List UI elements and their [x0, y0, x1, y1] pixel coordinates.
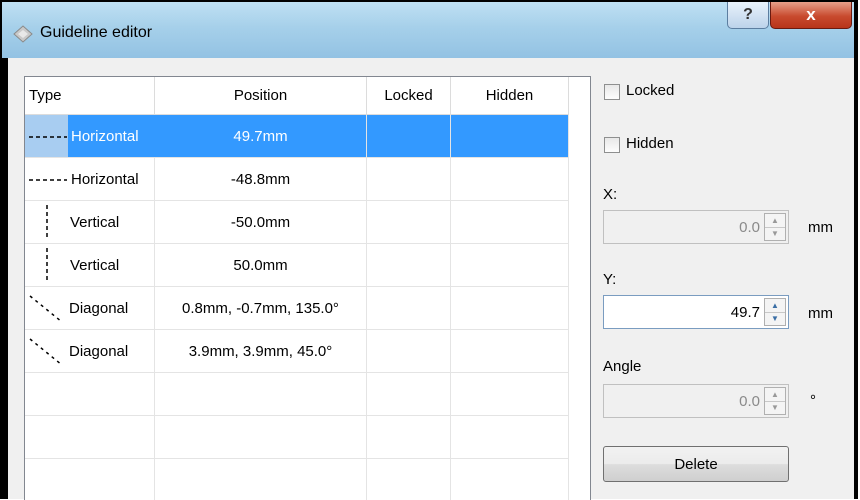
empty-row [25, 459, 155, 500]
position-cell[interactable]: -48.8mm [155, 158, 367, 201]
table-row[interactable]: Vertical [25, 201, 155, 244]
type-cell: Vertical [70, 256, 120, 274]
guideline-editor-window: Guideline editor ? x Type Position Locke… [0, 0, 858, 500]
locked-cell[interactable] [367, 287, 451, 330]
close-button[interactable]: x [770, 2, 852, 29]
type-cell: Diagonal [69, 299, 129, 317]
diagonal-line-icon [29, 338, 63, 366]
locked-cell[interactable] [367, 244, 451, 287]
position-cell[interactable]: 0.8mm, -0.7mm, 135.0° [155, 287, 367, 330]
column-header-type[interactable]: Type [25, 77, 155, 115]
locked-cell[interactable] [367, 158, 451, 201]
empty-row [451, 373, 569, 416]
spin-up-icon[interactable]: ▲ [765, 214, 785, 228]
vertical-line-icon [46, 248, 48, 282]
empty-row [367, 459, 451, 500]
hidden-cell[interactable] [451, 287, 569, 330]
empty-row [155, 416, 367, 459]
table-row[interactable]: Vertical [25, 244, 155, 287]
table-row[interactable]: Diagonal [25, 287, 155, 330]
empty-row [25, 416, 155, 459]
table-row[interactable]: Horizontal [25, 158, 155, 201]
y-value: 49.7 [730, 304, 760, 321]
empty-row [25, 373, 155, 416]
hidden-cell[interactable] [451, 201, 569, 244]
column-header-position[interactable]: Position [155, 77, 367, 115]
diagonal-line-icon [29, 295, 63, 323]
column-header-locked[interactable]: Locked [367, 77, 451, 115]
guidelines-table[interactable]: Type Position Locked Hidden Horizontal 4… [24, 76, 591, 500]
type-cell: Vertical [70, 213, 120, 231]
type-cell: Diagonal [69, 342, 129, 360]
x-value: 0.0 [739, 219, 760, 236]
dialog-client-area: Type Position Locked Hidden Horizontal 4… [8, 58, 854, 500]
angle-unit: ° [810, 392, 816, 409]
spin-up-icon[interactable]: ▲ [765, 388, 785, 402]
y-spin-buttons[interactable]: ▲ ▼ [764, 298, 786, 326]
empty-row [155, 459, 367, 500]
app-icon [13, 25, 33, 43]
empty-row [451, 459, 569, 500]
vertical-line-icon [46, 205, 48, 239]
hidden-cell[interactable] [451, 244, 569, 287]
table-row[interactable]: Diagonal [25, 330, 155, 373]
empty-row [155, 373, 367, 416]
type-cell: Horizontal [71, 170, 139, 188]
y-spinbox[interactable]: 49.7 ▲ ▼ [603, 295, 789, 329]
spin-down-icon[interactable]: ▼ [765, 312, 785, 325]
position-cell[interactable]: 3.9mm, 3.9mm, 45.0° [155, 330, 367, 373]
angle-spin-buttons[interactable]: ▲ ▼ [764, 387, 786, 415]
angle-spinbox[interactable]: 0.0 ▲ ▼ [603, 384, 789, 418]
locked-cell[interactable] [367, 201, 451, 244]
type-cell: Horizontal [68, 115, 155, 157]
position-cell[interactable]: 50.0mm [155, 244, 367, 287]
hidden-cell[interactable] [451, 158, 569, 201]
empty-row [367, 416, 451, 459]
locked-label: Locked [626, 82, 675, 99]
y-unit: mm [808, 305, 833, 322]
locked-cell[interactable] [367, 115, 451, 158]
empty-row [451, 416, 569, 459]
locked-cell[interactable] [367, 330, 451, 373]
y-label: Y: [603, 271, 617, 288]
delete-button[interactable]: Delete [603, 446, 789, 482]
locked-checkbox[interactable] [604, 84, 620, 100]
hidden-checkbox[interactable] [604, 137, 620, 153]
x-label: X: [603, 186, 618, 203]
horizontal-line-icon [29, 179, 67, 181]
window-title: Guideline editor [40, 24, 153, 41]
empty-row [367, 373, 451, 416]
column-header-hidden[interactable]: Hidden [451, 77, 569, 115]
spin-up-icon[interactable]: ▲ [765, 299, 785, 313]
position-cell[interactable]: 49.7mm [155, 115, 367, 158]
angle-label: Angle [603, 358, 642, 375]
help-button[interactable]: ? [727, 2, 769, 29]
x-unit: mm [808, 219, 833, 236]
spin-down-icon[interactable]: ▼ [765, 401, 785, 414]
hidden-cell[interactable] [451, 115, 569, 158]
x-spin-buttons[interactable]: ▲ ▼ [764, 213, 786, 241]
horizontal-line-icon [29, 136, 67, 138]
position-cell[interactable]: -50.0mm [155, 201, 367, 244]
spin-down-icon[interactable]: ▼ [765, 227, 785, 240]
hidden-label: Hidden [626, 135, 674, 152]
title-bar[interactable]: Guideline editor ? x [2, 2, 854, 58]
angle-value: 0.0 [739, 393, 760, 410]
hidden-cell[interactable] [451, 330, 569, 373]
x-spinbox[interactable]: 0.0 ▲ ▼ [603, 210, 789, 244]
table-row[interactable]: Horizontal [25, 115, 155, 158]
